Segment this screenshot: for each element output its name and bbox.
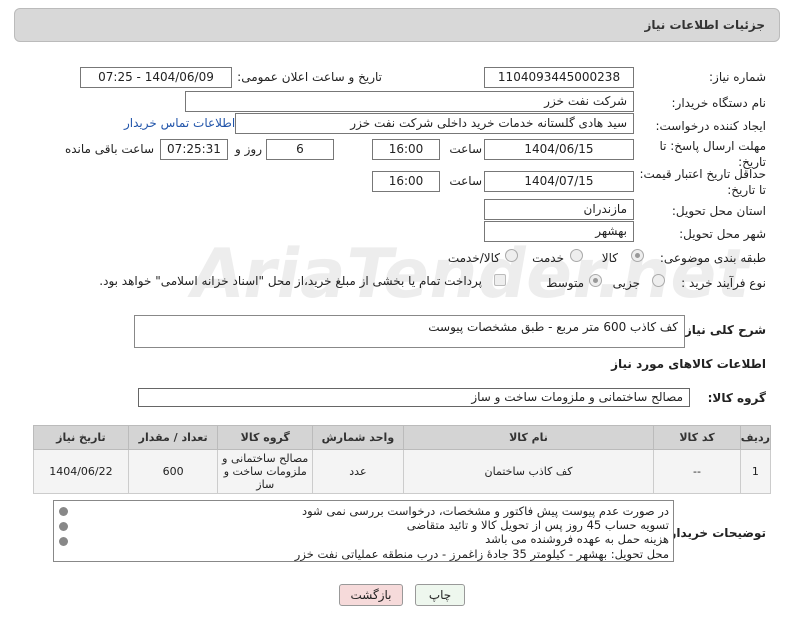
description-field[interactable]: کف کاذب 600 متر مربع - طبق مشخصات پیوست [134, 315, 685, 348]
city-label: شهر محل تحویل: [679, 227, 766, 241]
print-button[interactable]: چاپ [415, 584, 465, 606]
items-table-header: ردیف کد کالا نام کالا واحد شمارش گروه کا… [33, 425, 772, 450]
cell-group: مصالح ساختمانی و ملزومات ساخت و ساز [217, 449, 314, 494]
creator-field: سید هادی گلستانه خدمات خرید داخلی شرکت ن… [235, 113, 634, 134]
notes-line-3: هزینه حمل به عهده فروشنده می باشد [485, 532, 669, 546]
scroll-up-icon[interactable] [59, 507, 68, 516]
category-option-goods: کالا [601, 251, 618, 265]
buyer-notes-label: توضیحات خریدار: [664, 526, 766, 540]
col-name-header: نام کالا [402, 425, 655, 450]
process-option-medium: متوسط [546, 276, 584, 290]
deadline-time-label: ساعت [449, 142, 482, 156]
table-row: 1 -- کف کاذب ساختمان عدد مصالح ساختمانی … [33, 449, 772, 494]
cell-date: 1404/06/22 [33, 449, 129, 494]
col-group-header: گروه کالا [217, 425, 314, 450]
days-label: روز و [235, 142, 262, 156]
buyer-label: نام دستگاه خریدار: [671, 96, 767, 110]
scroll-down-icon[interactable] [59, 537, 68, 546]
category-option-service: خدمت [532, 251, 564, 265]
province-field: مازندران [484, 199, 634, 220]
col-qty-header: تعداد / مقدار [127, 425, 219, 450]
description-label: شرح کلی نیاز: [680, 323, 766, 337]
notes-line-1: در صورت عدم پیوست پیش فاکتور و مشخصات، د… [301, 504, 669, 518]
page-title: جزئیات اطلاعات نیاز [644, 18, 765, 32]
deadline-time-field: 16:00 [372, 139, 440, 160]
announce-date-label: تاریخ و ساعت اعلان عمومی: [237, 70, 382, 84]
deadline-date-field: 1404/06/15 [484, 139, 634, 160]
process-radio-medium[interactable] [589, 274, 602, 287]
goods-section-title: اطلاعات کالاهای مورد نیاز [611, 357, 766, 371]
remaining-time-field: 07:25:31 [160, 139, 228, 160]
col-date-header: تاریخ نیاز [33, 425, 129, 450]
cell-qty: 600 [127, 449, 219, 494]
process-type-label: نوع فرآیند خرید : [681, 276, 766, 290]
cell-name: کف کاذب ساختمان [402, 449, 655, 494]
need-number-field: 1104093445000238 [484, 67, 634, 88]
notes-scrollbar[interactable] [56, 503, 70, 559]
process-radio-minor[interactable] [652, 274, 665, 287]
col-row-header: ردیف [739, 425, 772, 450]
buyer-notes-box[interactable]: در صورت عدم پیوست پیش فاکتور و مشخصات، د… [53, 500, 674, 562]
price-date-field: 1404/07/15 [484, 171, 634, 192]
category-label: طبقه بندی موضوعی: [659, 251, 766, 265]
buyer-field: شرکت نفت خزر [185, 91, 634, 112]
buyer-contact-link[interactable]: اطلاعات تماس خریدار [124, 116, 235, 130]
price-validity-label: حداقل تاریخ اعتبار قیمت: تا تاریخ: [639, 167, 766, 197]
goods-group-field: مصالح ساختمانی و ملزومات ساخت و ساز [138, 388, 690, 407]
city-field: بهشهر [484, 221, 634, 242]
treasury-payment-note: پرداخت تمام یا بخشی از مبلغ خرید،از محل … [99, 274, 482, 288]
cell-row: 1 [739, 449, 772, 494]
treasury-payment-checkbox[interactable] [494, 274, 506, 286]
cell-code: -- [653, 449, 741, 494]
col-unit-header: واحد شمارش [312, 425, 404, 450]
days-remaining-field: 6 [266, 139, 334, 160]
notes-line-2: تسویه حساب 45 روز پس از تحویل کالا و تائ… [406, 518, 669, 532]
creator-label: ایجاد کننده درخواست: [655, 119, 766, 133]
price-time-field: 16:00 [372, 171, 440, 192]
goods-group-label: گروه کالا: [707, 391, 766, 405]
notes-line-4: محل تحویل: بهشهر - کیلومتر 35 جادۀ زاغمر… [294, 547, 669, 561]
process-option-minor: جزیی [612, 276, 640, 290]
remaining-time-label: ساعت باقی مانده [64, 142, 154, 156]
header-panel: جزئیات اطلاعات نیاز [14, 8, 780, 42]
items-table: ردیف کد کالا نام کالا واحد شمارش گروه کا… [33, 425, 772, 494]
category-radio-service[interactable] [570, 249, 583, 262]
scroll-thumb-icon[interactable] [59, 522, 68, 531]
category-option-goods-service: کالا/خدمت [447, 251, 500, 265]
category-radio-goods-service[interactable] [505, 249, 518, 262]
back-button[interactable]: بازگشت [339, 584, 403, 606]
announce-date-field: 1404/06/09 - 07:25 [80, 67, 232, 88]
province-label: استان محل تحویل: [671, 204, 766, 218]
price-time-label: ساعت [449, 174, 482, 188]
cell-unit: عدد [312, 449, 404, 494]
category-radio-goods[interactable] [631, 249, 644, 262]
col-code-header: کد کالا [653, 425, 741, 450]
need-number-label: شماره نیاز: [709, 70, 766, 84]
